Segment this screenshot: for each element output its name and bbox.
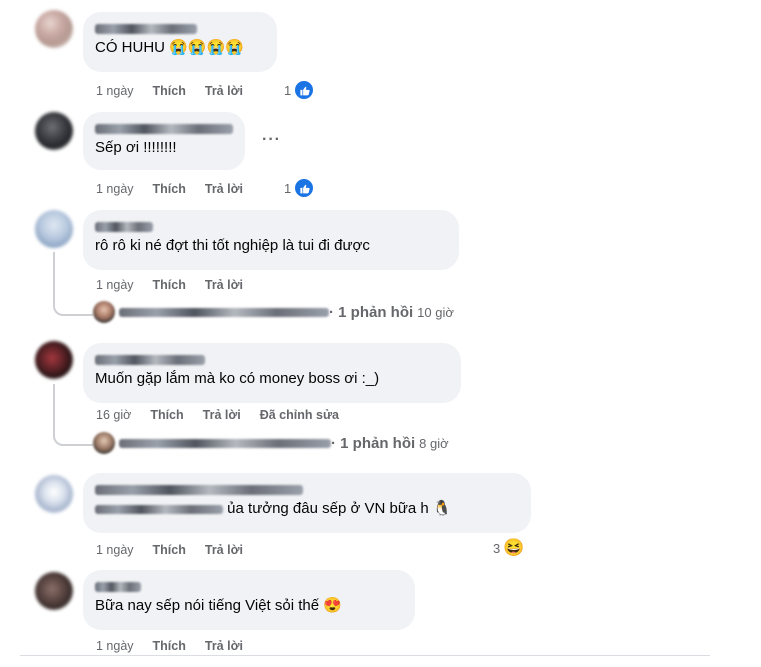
comment-text: ủa tưởng đâu sếp ở VN bữa h	[227, 500, 429, 517]
comment-bubble: Sếp ơi !!!!!!!!	[83, 112, 245, 170]
comment-time[interactable]: 1 ngày	[96, 543, 134, 557]
reply-author-names	[119, 438, 331, 448]
reply-author-avatar	[93, 432, 115, 454]
like-button[interactable]: Thích	[153, 278, 186, 292]
edited-label: Đã chỉnh sửa	[259, 408, 339, 422]
comment-bubble: CÓ HUHU 😭😭😭😭	[83, 12, 277, 72]
comment-actions: 16 giờ Thích Trả lời Đã chỉnh sửa	[96, 408, 339, 422]
comment-time[interactable]: 1 ngày	[96, 278, 134, 292]
author-name[interactable]	[95, 120, 233, 134]
grinning-face-icon: 😆	[503, 538, 525, 557]
like-button[interactable]: Thích	[153, 639, 186, 653]
reaction-summary[interactable]: 1	[284, 80, 315, 100]
reply-time: 8 giờ	[419, 435, 449, 451]
comment-text: Muốn gặp lắm mà ko có money boss ơi :_)	[95, 370, 380, 387]
reaction-count: 1	[284, 82, 292, 98]
author-name[interactable]	[95, 351, 449, 365]
view-replies-link[interactable]: · 1 phản hồi 10 giờ	[93, 301, 454, 323]
comment-bubble: ủa tưởng đâu sếp ở VN bữa h 🐧	[83, 473, 531, 533]
comment-bubble: Muốn gặp lắm mà ko có money boss ơi :_)	[83, 343, 461, 403]
reply-author-avatar	[93, 301, 115, 323]
like-button[interactable]: Thích	[153, 84, 186, 98]
author-name[interactable]	[95, 20, 265, 34]
comment-time[interactable]: 1 ngày	[96, 182, 134, 196]
avatar[interactable]	[35, 341, 73, 379]
avatar[interactable]	[35, 112, 73, 150]
comment-actions: 1 ngày Thích Trả lời	[96, 543, 243, 557]
reaction-count: 3	[493, 540, 501, 556]
like-button[interactable]: Thích	[153, 543, 186, 557]
crying-face-icon: 😭	[206, 39, 226, 56]
reply-button[interactable]: Trả lời	[205, 84, 243, 98]
crying-face-icon: 😭	[169, 39, 188, 56]
reply-author-names	[119, 307, 329, 317]
comment-actions: 1 ngày Thích Trả lời	[96, 278, 243, 292]
comment-time[interactable]: 1 ngày	[96, 84, 134, 98]
avatar[interactable]	[35, 475, 73, 513]
reply-button[interactable]: Trả lời	[205, 543, 243, 557]
reply-button[interactable]: Trả lời	[205, 182, 243, 196]
avatar[interactable]	[35, 572, 73, 610]
like-icon	[294, 178, 315, 198]
comment-time[interactable]: 16 giờ	[96, 408, 131, 422]
comment-text: CÓ HUHU	[95, 39, 165, 56]
heart-eyes-icon: 😍	[323, 597, 342, 614]
comment-actions: 1 ngày Thích Trả lời	[96, 84, 243, 98]
reply-button[interactable]: Trả lời	[203, 408, 241, 422]
author-name[interactable]	[95, 578, 403, 592]
crying-face-icon: 😭	[187, 39, 207, 56]
comment-actions: 1 ngày Thích Trả lời	[96, 639, 243, 653]
like-button[interactable]: Thích	[150, 408, 183, 422]
reply-time: 10 giờ	[417, 304, 454, 320]
avatar[interactable]	[35, 210, 73, 248]
mentioned-names[interactable]	[95, 504, 223, 514]
reply-count: · 1 phản hồi	[329, 303, 414, 321]
author-name[interactable]	[95, 481, 519, 495]
crying-face-icon: 😭	[225, 39, 244, 56]
reply-thread-line	[53, 252, 93, 316]
author-name[interactable]	[95, 218, 447, 232]
comment-time[interactable]: 1 ngày	[96, 639, 134, 653]
reaction-summary[interactable]: 3 😆	[493, 539, 524, 557]
comment-text: Bữa nay sếp nói tiếng Việt sỏi thế	[95, 597, 320, 614]
comment-text: rô rô ki né đợt thi tốt nghiệp là tui đi…	[95, 237, 370, 254]
reply-button[interactable]: Trả lời	[205, 639, 243, 653]
like-button[interactable]: Thích	[153, 182, 186, 196]
comment-bubble: rô rô ki né đợt thi tốt nghiệp là tui đi…	[83, 210, 459, 270]
view-replies-link[interactable]: · 1 phản hồi 8 giờ	[93, 432, 449, 454]
penguin-icon: 🐧	[432, 500, 452, 517]
comment-text: Sếp ơi !!!!!!!!	[95, 139, 177, 156]
reaction-summary[interactable]: 1	[284, 178, 315, 198]
comment-actions: 1 ngày Thích Trả lời	[96, 182, 243, 196]
more-options-button[interactable]: ···	[262, 131, 281, 149]
reply-thread-line	[53, 384, 93, 446]
comment-bubble: Bữa nay sếp nói tiếng Việt sỏi thế 😍	[83, 570, 415, 630]
avatar[interactable]	[35, 10, 73, 48]
reply-button[interactable]: Trả lời	[205, 278, 243, 292]
divider	[20, 655, 710, 656]
reply-count: · 1 phản hồi	[331, 434, 416, 452]
like-icon	[294, 80, 315, 100]
reaction-count: 1	[284, 180, 292, 196]
